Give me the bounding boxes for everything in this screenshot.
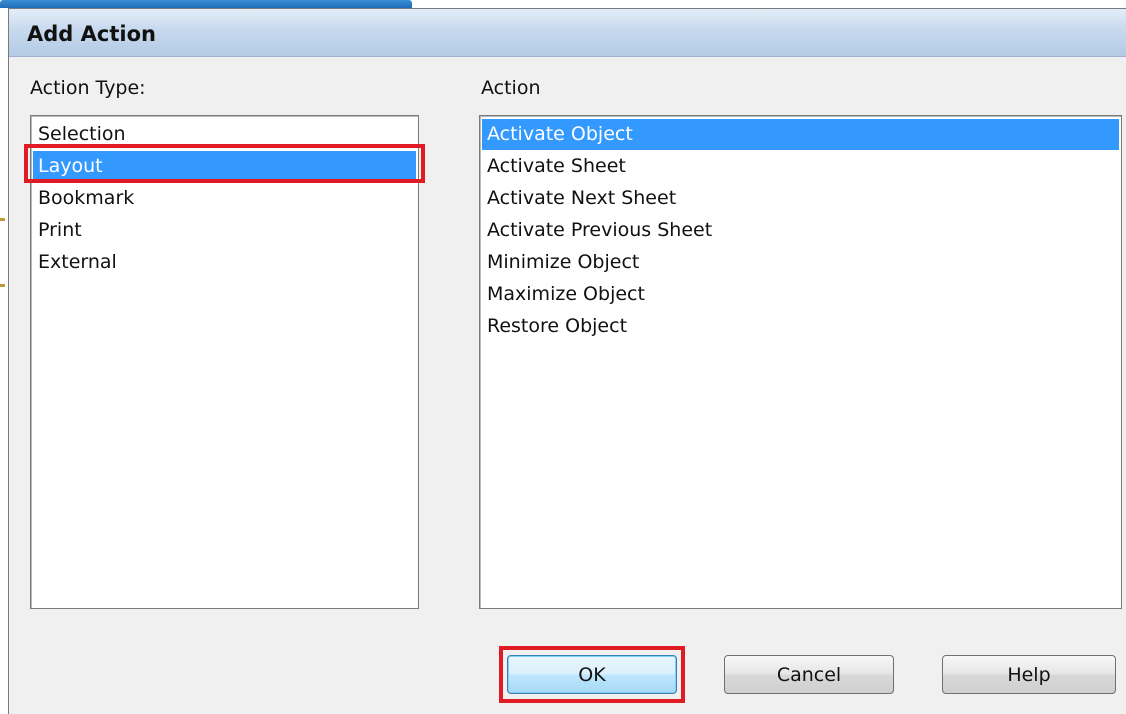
action-type-item-layout[interactable]: Layout: [33, 151, 416, 182]
add-action-dialog: Add Action Action Type: Action Selection…: [8, 8, 1126, 714]
action-item-activate-previous-sheet[interactable]: Activate Previous Sheet: [482, 215, 1119, 246]
action-label: Action: [481, 77, 541, 99]
action-item-minimize-object[interactable]: Minimize Object: [482, 247, 1119, 278]
background-window-mark: [0, 284, 5, 287]
title-bar[interactable]: Add Action: [9, 9, 1126, 57]
action-item-maximize-object[interactable]: Maximize Object: [482, 279, 1119, 310]
background-window-edge: [0, 0, 412, 8]
ok-button[interactable]: OK: [507, 655, 677, 694]
action-listbox[interactable]: Activate Object Activate Sheet Activate …: [479, 115, 1122, 609]
action-type-listbox[interactable]: Selection Layout Bookmark Print External: [30, 115, 419, 609]
action-type-label: Action Type:: [30, 77, 146, 99]
background-window-mark: [0, 218, 5, 221]
action-type-item-bookmark[interactable]: Bookmark: [33, 183, 416, 214]
action-type-item-selection[interactable]: Selection: [33, 119, 416, 150]
action-type-item-print[interactable]: Print: [33, 215, 416, 246]
action-item-activate-next-sheet[interactable]: Activate Next Sheet: [482, 183, 1119, 214]
action-item-restore-object[interactable]: Restore Object: [482, 311, 1119, 342]
action-item-activate-sheet[interactable]: Activate Sheet: [482, 151, 1119, 182]
dialog-title: Add Action: [27, 22, 156, 46]
action-type-item-external[interactable]: External: [33, 247, 416, 278]
action-item-activate-object[interactable]: Activate Object: [482, 119, 1119, 150]
help-button[interactable]: Help: [942, 655, 1116, 694]
cancel-button[interactable]: Cancel: [724, 655, 894, 694]
